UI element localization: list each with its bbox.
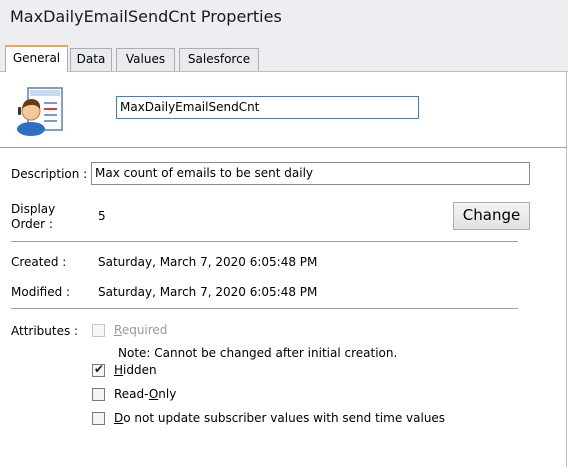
hidden-label: Hidden (114, 363, 157, 377)
modified-value: Saturday, March 7, 2020 6:05:48 PM (98, 285, 318, 299)
created-value: Saturday, March 7, 2020 6:05:48 PM (98, 255, 318, 269)
tab-salesforce[interactable]: Salesforce (179, 48, 259, 71)
read-only-checkbox[interactable] (92, 388, 105, 401)
change-button-label: Change (462, 206, 521, 224)
description-label: Description : (11, 167, 88, 181)
general-panel: MaxDailyEmailSendCnt Description : Max c… (0, 72, 567, 467)
required-checkbox[interactable] (92, 324, 105, 337)
attributes-label: Attributes : (11, 324, 79, 338)
tab-strip: General Data Values Salesforce (0, 38, 568, 72)
order-divider (11, 241, 518, 242)
attribute-user-icon (17, 87, 63, 136)
tab-values[interactable]: Values (116, 48, 175, 71)
window-titlebar: MaxDailyEmailSendCnt Properties (0, 0, 568, 38)
name-field[interactable]: MaxDailyEmailSendCnt (116, 96, 419, 119)
hidden-checkbox[interactable]: ✔ (92, 362, 105, 377)
display-order-label: Display (11, 202, 56, 216)
change-button[interactable]: Change (453, 202, 530, 230)
header-divider (0, 147, 567, 148)
no-update-checkbox[interactable] (92, 412, 105, 425)
no-update-label: Do not update subscriber values with sen… (114, 411, 446, 425)
dates-divider (11, 308, 518, 309)
read-only-label: Read-Only (114, 387, 177, 401)
check-mark-icon: ✔ (94, 362, 105, 376)
display-order-value: 5 (98, 209, 106, 223)
tab-general[interactable]: General (5, 45, 68, 72)
display-order-label-2: Order : (11, 217, 53, 231)
created-label: Created : (11, 255, 67, 269)
window-title: MaxDailyEmailSendCnt Properties (10, 7, 282, 26)
tab-data[interactable]: Data (70, 48, 112, 71)
modified-label: Modified : (11, 285, 71, 299)
description-field[interactable]: Max count of emails to be sent daily (91, 162, 530, 185)
required-label: Required (114, 323, 168, 337)
required-label-text: equired (121, 323, 168, 337)
required-note: Note: Cannot be changed after initial cr… (118, 346, 398, 360)
